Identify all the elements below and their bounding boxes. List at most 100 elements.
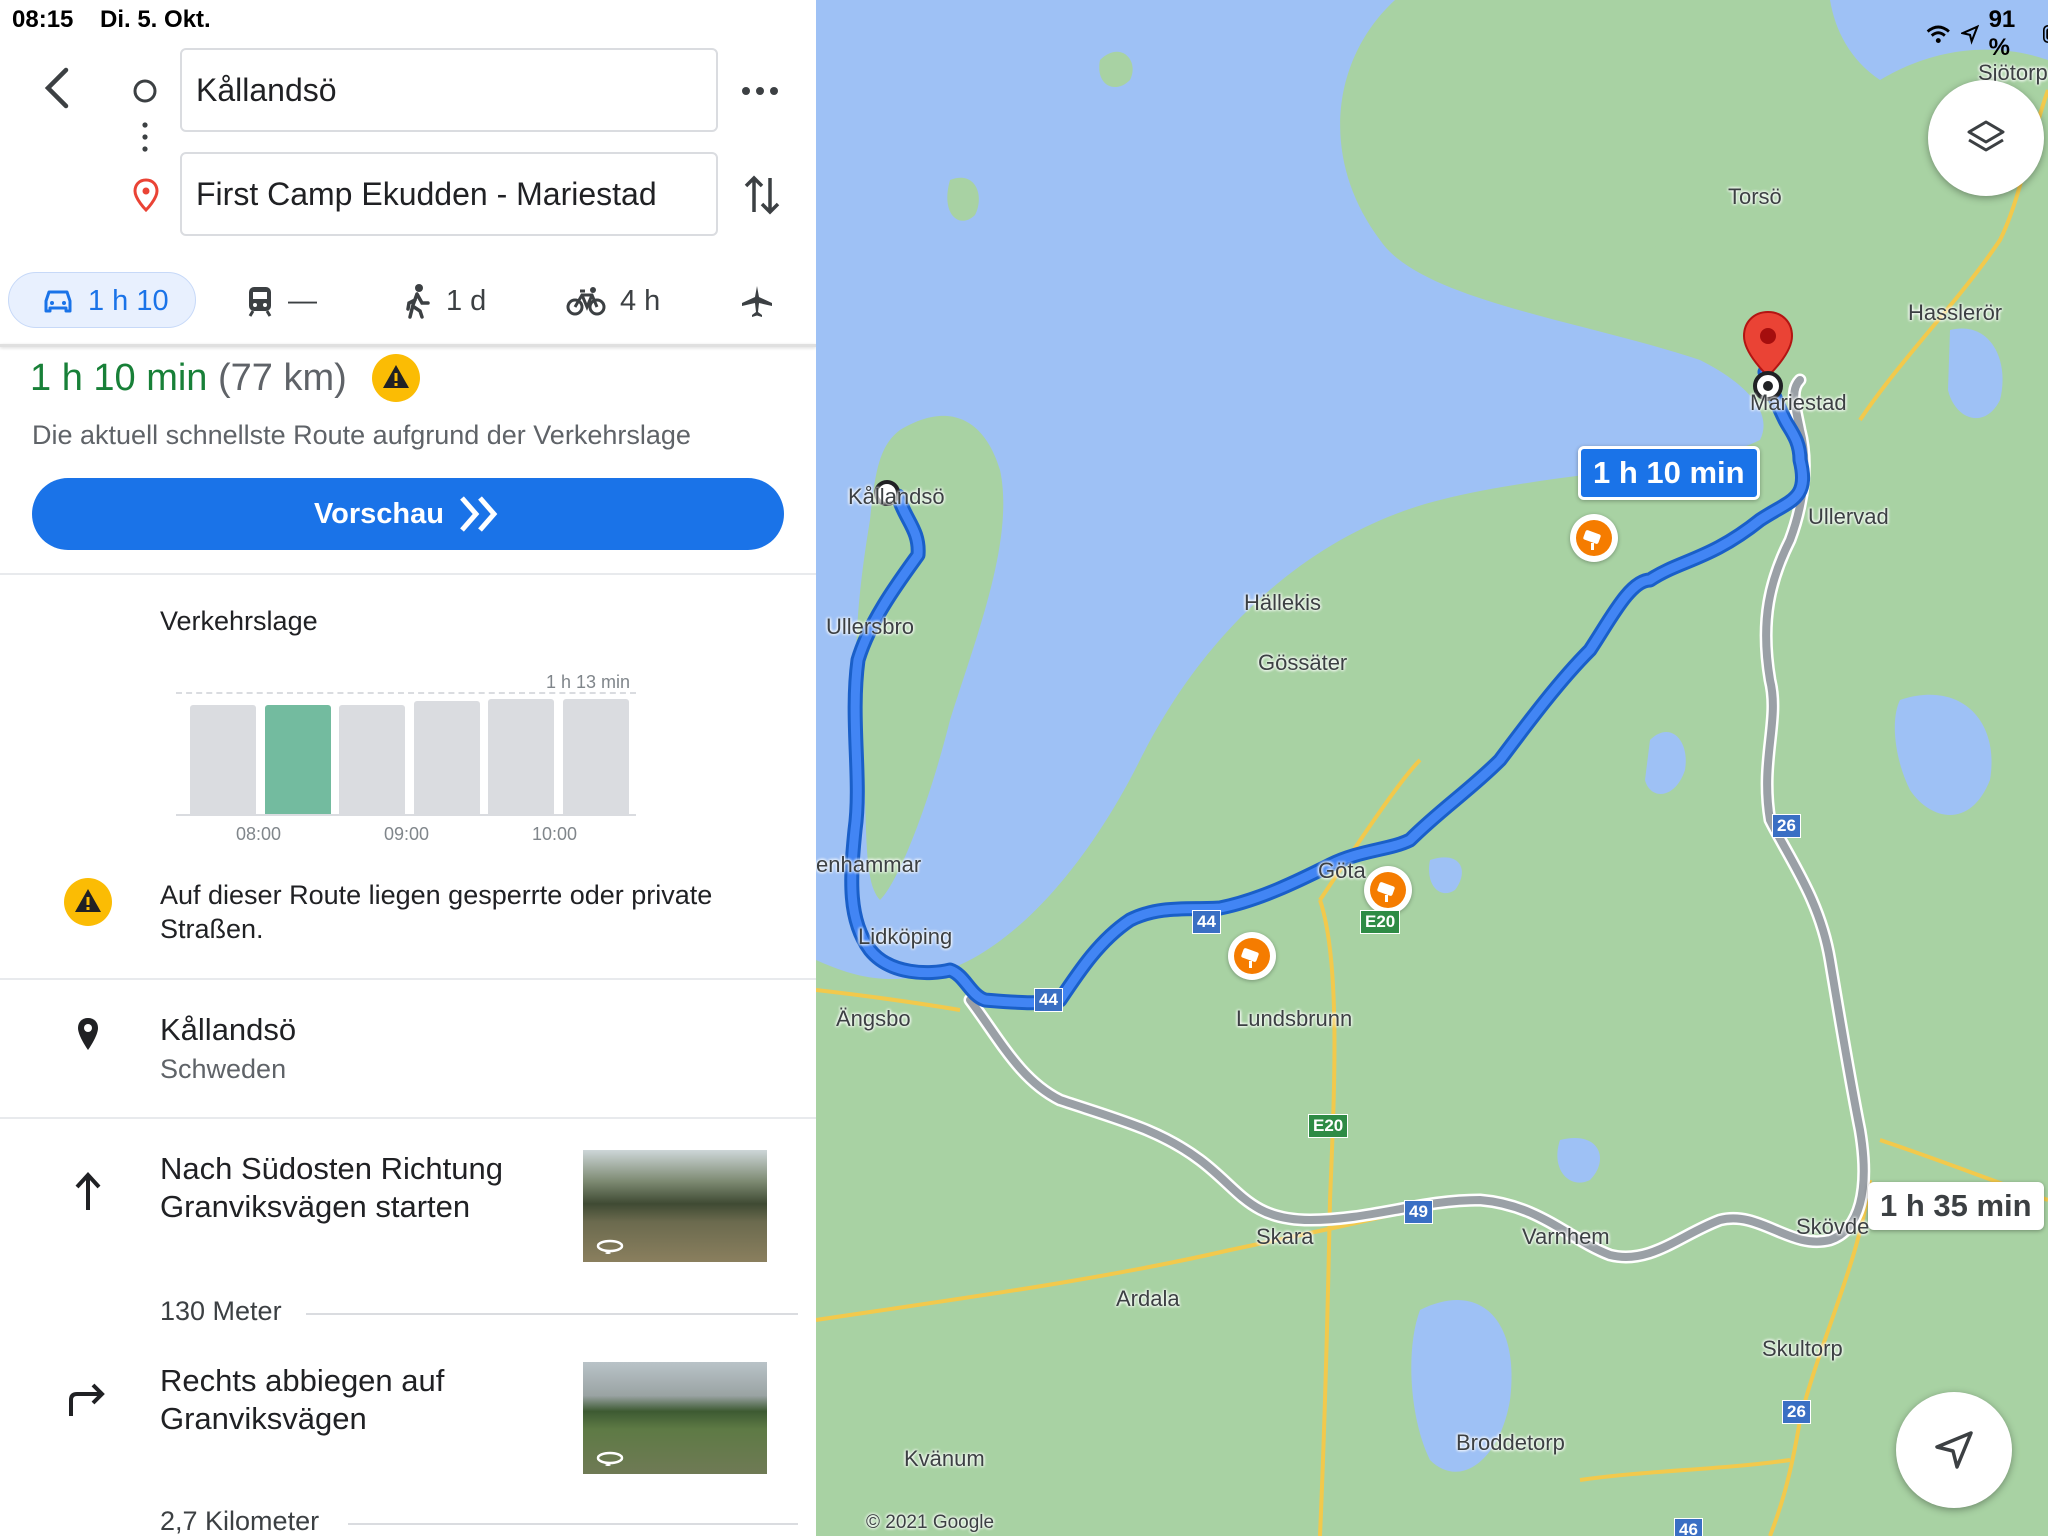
traffic-bar <box>413 701 480 814</box>
traffic-bar <box>562 699 629 814</box>
island <box>947 177 979 221</box>
route-description: Die aktuell schnellste Route aufgrund de… <box>32 420 691 450</box>
turn-right-icon <box>69 1383 105 1416</box>
traffic-tick: 10:00 <box>532 824 578 844</box>
direction-step[interactable]: Nach Südosten Richtung Granviksvägen sta… <box>0 1130 816 1280</box>
more-options-button[interactable] <box>740 76 780 111</box>
navigation-arrow-icon <box>1935 1431 1973 1469</box>
step-instruction: Rechts abbiegen auf Granviksvägen <box>160 1363 445 1436</box>
place-label: Göta <box>1318 858 1366 883</box>
traffic-bars <box>190 690 636 814</box>
speed-camera-marker[interactable] <box>1570 514 1618 562</box>
map-copyright: © 2021 Google <box>866 1512 995 1533</box>
destination-input[interactable]: First Camp Ekudden - Mariestad <box>180 152 718 236</box>
road <box>1579 1458 1791 1482</box>
small-lake <box>1948 328 2003 419</box>
step-distance-line <box>348 1523 798 1525</box>
mode-car-duration: 1 h 10 <box>88 284 169 317</box>
traffic-tick: 08:00 <box>236 824 282 844</box>
start-name: Kållandsö <box>160 1012 297 1047</box>
place-label: Hasslerör <box>1908 300 2003 325</box>
map-canvas <box>816 0 2048 1536</box>
mode-walk-duration: 1 d <box>446 284 487 317</box>
place-label: Ullervad <box>1808 504 1889 529</box>
directions-panel: 08:15 Di. 5. Okt. Kållandsö First Camp E… <box>0 0 816 1536</box>
traffic-chart: 1 h 13 min <box>176 672 636 816</box>
direction-step[interactable]: Rechts abbiegen auf Granviksvägen <box>0 1340 816 1490</box>
mode-walk[interactable]: 1 d <box>404 274 486 328</box>
status-date: Di. 5. Okt. <box>100 6 211 33</box>
swap-vertical-icon <box>744 175 780 215</box>
speed-camera-marker[interactable] <box>1364 866 1412 914</box>
place-label: Ardala <box>1116 1286 1180 1311</box>
small-lake <box>1429 857 1462 894</box>
mode-bike[interactable]: 4 h <box>566 274 660 328</box>
divider <box>0 1117 816 1119</box>
small-lake <box>1557 1138 1600 1183</box>
map-view[interactable]: 1 h 10 min 1 h 35 min 44 44 E20 E20 49 2… <box>816 0 2048 1536</box>
place-label: Skara <box>1256 1224 1314 1249</box>
place-label: Lundsbrunn <box>1236 1006 1353 1031</box>
route-duration: 1 h 10 min <box>30 357 208 399</box>
place-label: Broddetorp <box>1456 1430 1565 1455</box>
road-shield: 26 <box>1782 1400 1811 1424</box>
route-summary: 1 h 10 min (77 km) <box>30 356 347 400</box>
origin-input[interactable]: Kållandsö <box>180 48 718 132</box>
mode-transit[interactable]: — <box>246 274 317 328</box>
place-label: Skövde <box>1796 1214 1870 1239</box>
arrow-up-icon <box>75 1172 101 1210</box>
mode-car[interactable]: 1 h 10 <box>42 274 169 328</box>
start-country: Schweden <box>160 1054 287 1084</box>
traffic-bar <box>488 699 554 814</box>
place-label: Kållandsö <box>848 484 945 509</box>
speed-camera-icon <box>1576 520 1612 556</box>
traffic-bar <box>339 705 405 814</box>
train-icon <box>248 287 272 317</box>
location-pin-icon <box>78 1018 98 1050</box>
street-view-thumbnail[interactable] <box>583 1150 767 1262</box>
car-icon <box>44 290 72 313</box>
speed-camera-marker[interactable] <box>1228 932 1276 980</box>
destination-marker-icon[interactable] <box>1740 310 1796 402</box>
place-label: enhammar <box>816 852 922 877</box>
place-label: Ullersbro <box>826 614 915 639</box>
bicycle-icon <box>566 287 606 316</box>
warning-icon <box>64 878 112 926</box>
road-shield: 49 <box>1404 1200 1433 1224</box>
warning-icon <box>372 354 420 402</box>
traffic-bar <box>264 705 331 814</box>
alt-route-duration-label[interactable]: 1 h 35 min <box>1868 1182 2044 1230</box>
torso-island <box>1530 81 1700 254</box>
main-route-duration-label[interactable]: 1 h 10 min <box>1578 446 1760 500</box>
layers-button[interactable] <box>1928 80 2044 196</box>
divider <box>0 573 816 575</box>
place-label: Lidköping <box>858 924 953 949</box>
place-label: Hällekis <box>1244 590 1322 615</box>
my-location-button[interactable] <box>1896 1392 2012 1508</box>
location-arrow-icon <box>1960 24 1979 45</box>
road-shield: E20 <box>1360 910 1401 934</box>
walk-icon <box>406 284 430 319</box>
street-view-thumbnail[interactable] <box>583 1362 767 1474</box>
small-lake <box>1894 694 1992 815</box>
preview-button[interactable]: Vorschau <box>32 478 784 550</box>
mode-flight[interactable] <box>740 274 788 328</box>
chevron-left-icon <box>44 67 69 109</box>
back-button[interactable] <box>42 66 82 116</box>
place-label: Gössäter <box>1258 650 1348 675</box>
step-distance: 2,7 Kilometer <box>160 1506 320 1536</box>
battery-percent: 91 % <box>1988 6 2016 61</box>
speed-camera-icon <box>1234 938 1270 974</box>
traffic-bar <box>190 705 256 814</box>
layers-icon <box>1967 120 2005 152</box>
airplane-icon <box>742 286 772 317</box>
place-label: Varnhem <box>1522 1224 1610 1249</box>
360-view-icon <box>596 1451 624 1466</box>
traffic-tick: 09:00 <box>384 824 430 844</box>
route-distance: (77 km) <box>218 357 347 399</box>
swap-button[interactable] <box>742 172 782 223</box>
island <box>1099 51 1133 88</box>
step-distance: 130 Meter <box>160 1296 282 1326</box>
360-view-icon <box>596 1239 624 1254</box>
divider <box>0 978 816 980</box>
